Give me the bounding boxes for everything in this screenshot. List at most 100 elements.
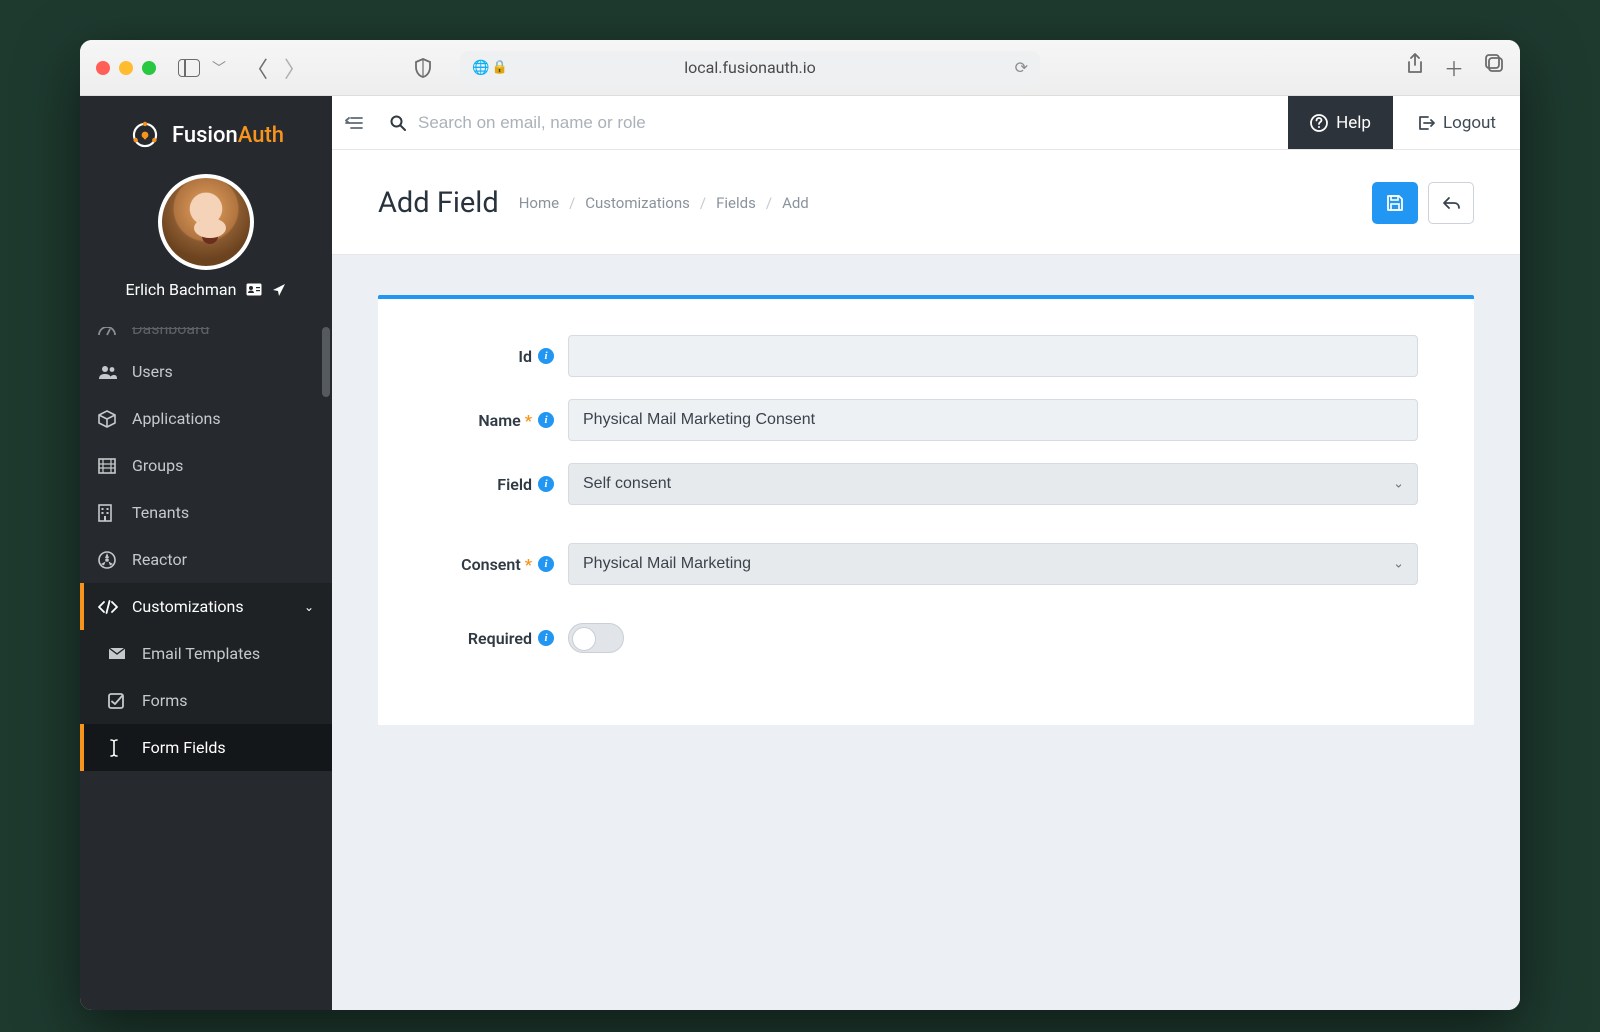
label-consent: Consent* i [418,555,568,574]
topbar: Help Logout [332,96,1520,150]
logout-icon [1417,115,1435,131]
content-area: Id i Name* i [332,255,1520,765]
sidebar-subitem-form-fields[interactable]: Form Fields [80,724,332,771]
sidebar-subitem-forms[interactable]: Forms [80,677,332,724]
check-square-icon [108,693,128,709]
avatar [158,174,254,270]
text-cursor-icon [108,739,128,757]
row-field: Field i ⌄ [418,463,1418,505]
lock-icon: 🔒 [491,60,507,75]
envelope-icon [108,647,128,660]
sidebar-item-label: Email Templates [142,644,260,663]
privacy-shield-icon[interactable] [414,58,432,78]
main-content: Help Logout Add Field Home / Customizati… [332,96,1520,1010]
browser-chrome: ﹀ 〈 〉 🌐 🔒 local.fusionauth.io ⟳ ＋ [80,40,1520,96]
brand-logo[interactable]: FusionAuth [80,96,332,174]
sidebar-item-dashboard[interactable]: Dashboard [80,327,332,348]
name-field[interactable] [568,399,1418,441]
username: Erlich Bachman [126,280,237,299]
tabs-icon[interactable] [1484,53,1504,82]
label-required: Required i [418,629,568,648]
brand-text: FusionAuth [172,123,284,148]
save-button[interactable] [1372,182,1418,224]
url-bar[interactable]: 🌐 🔒 local.fusionauth.io ⟳ [460,51,1040,85]
chevron-down-icon[interactable]: ﹀ [212,58,226,78]
reactor-icon [98,551,118,569]
chevron-down-icon: ⌄ [304,600,314,614]
sidebar: FusionAuth Erlich Bachman [80,96,332,1010]
info-icon[interactable]: i [538,476,554,492]
save-icon [1386,194,1404,212]
location-arrow-icon[interactable] [272,283,286,297]
row-required: Required i [418,623,1418,653]
fusionauth-logo-icon [128,118,162,152]
page-title: Add Field [378,186,499,220]
sidebar-item-label: Applications [132,409,221,428]
sidebar-item-customizations[interactable]: Customizations ⌄ [80,583,332,630]
reply-icon [1442,195,1460,211]
sidebar-item-users[interactable]: Users [80,348,332,395]
search-icon [390,115,406,131]
share-icon[interactable] [1406,53,1424,82]
info-icon[interactable]: i [538,556,554,572]
breadcrumb-item[interactable]: Home [519,194,559,212]
search-input[interactable] [418,113,818,133]
breadcrumb-item[interactable]: Customizations [585,194,690,212]
help-button[interactable]: Help [1288,96,1393,149]
maximize-window-icon[interactable] [142,61,156,75]
logout-button[interactable]: Logout [1393,96,1520,149]
vcard-icon[interactable] [246,283,262,296]
label-name: Name* i [418,411,568,430]
sidebar-item-label: Dashboard [132,327,209,338]
sidebar-item-label: Tenants [132,503,189,522]
info-icon[interactable]: i [538,348,554,364]
sidebar-item-applications[interactable]: Applications [80,395,332,442]
reload-icon[interactable]: ⟳ [1015,58,1028,77]
sidebar-item-tenants[interactable]: Tenants [80,489,332,536]
page-header: Add Field Home / Customizations / Fields… [332,150,1520,255]
traffic-lights [96,61,156,75]
chrome-right-actions: ＋ [1406,53,1504,82]
info-icon[interactable]: i [538,630,554,646]
form-panel: Id i Name* i [378,295,1474,725]
sidebar-item-label: Users [132,362,173,381]
dashboard-icon [98,327,118,336]
required-toggle[interactable] [568,623,624,653]
sidebar-item-label: Forms [142,691,188,710]
info-icon[interactable]: i [538,412,554,428]
minimize-window-icon[interactable] [119,61,133,75]
breadcrumb-item[interactable]: Fields [716,194,756,212]
search-box [376,96,1288,149]
consent-select[interactable] [568,543,1418,585]
app-body: FusionAuth Erlich Bachman [80,96,1520,1010]
new-tab-icon[interactable]: ＋ [1444,53,1464,82]
url-text: local.fusionauth.io [684,58,816,77]
user-profile[interactable]: Erlich Bachman [80,174,332,313]
row-id: Id i [418,335,1418,377]
back-button[interactable] [1428,182,1474,224]
id-field[interactable] [568,335,1418,377]
groups-icon [98,458,118,474]
building-icon [98,504,118,522]
menu-collapse-icon[interactable] [332,96,376,149]
close-window-icon[interactable] [96,61,110,75]
globe-icon: 🌐 [472,60,489,76]
help-icon [1310,114,1328,132]
label-id: Id i [418,347,568,366]
row-name: Name* i [418,399,1418,441]
sidebar-item-label: Form Fields [142,738,226,757]
browser-sidebar-icon[interactable] [178,59,200,77]
sidebar-item-reactor[interactable]: Reactor [80,536,332,583]
sidebar-subitem-email-templates[interactable]: Email Templates [80,630,332,677]
header-actions [1372,182,1474,224]
browser-window: ﹀ 〈 〉 🌐 🔒 local.fusionauth.io ⟳ ＋ [80,40,1520,1010]
back-icon[interactable]: 〈 [246,52,268,84]
sidebar-item-groups[interactable]: Groups [80,442,332,489]
label-field: Field i [418,475,568,494]
users-icon [98,364,118,380]
cube-icon [98,410,118,428]
row-consent: Consent* i ⌄ [418,543,1418,585]
forward-icon[interactable]: 〉 [284,52,306,84]
sidebar-item-label: Customizations [132,597,244,616]
field-select[interactable] [568,463,1418,505]
